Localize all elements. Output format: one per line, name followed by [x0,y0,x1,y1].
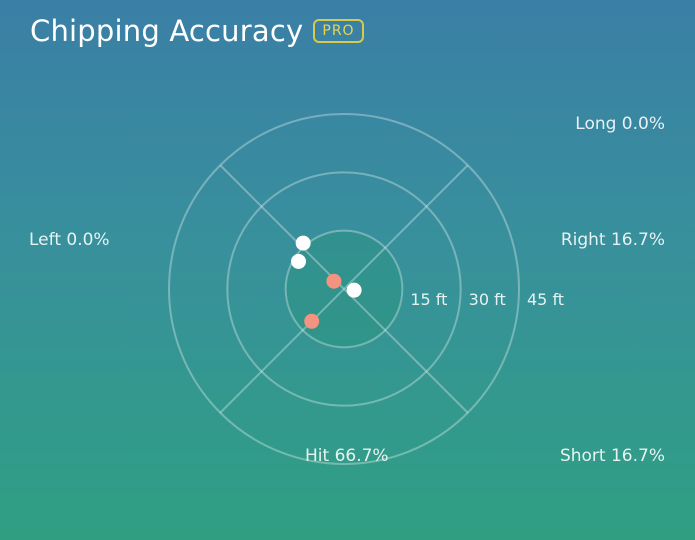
miss-shot-dot [295,235,311,251]
ring-label-45ft: 45 ft [527,290,564,309]
miss-shot-dot [346,282,362,298]
accuracy-target: 15 ft 30 ft 45 ft [168,113,564,465]
hit-shot-dot [326,273,342,289]
ring-label-15ft: 15 ft [410,290,447,309]
ring-label-30ft: 30 ft [469,290,506,309]
hit-shot-dot [304,313,320,329]
miss-shot-dot [291,253,306,269]
target-group: 15 ft 30 ft 45 ft [168,113,564,465]
